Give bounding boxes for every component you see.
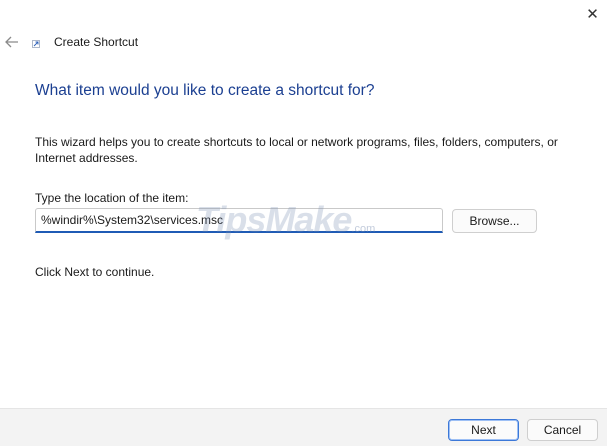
wizard-description: This wizard helps you to create shortcut…	[35, 135, 558, 165]
next-button[interactable]: Next	[448, 419, 519, 441]
close-button[interactable]: ✕	[578, 0, 607, 28]
browse-button[interactable]: Browse...	[452, 209, 537, 233]
location-input[interactable]	[35, 208, 443, 233]
cancel-button[interactable]: Cancel	[527, 419, 598, 441]
back-button[interactable]	[2, 32, 22, 52]
location-label: Type the location of the item:	[35, 191, 189, 205]
arrow-left-icon	[5, 36, 18, 48]
close-icon: ✕	[586, 5, 599, 23]
page-heading: What item would you like to create a sho…	[35, 82, 375, 99]
continue-hint: Click Next to continue.	[35, 265, 155, 279]
shortcut-icon	[32, 40, 40, 48]
window-title: Create Shortcut	[54, 35, 139, 49]
